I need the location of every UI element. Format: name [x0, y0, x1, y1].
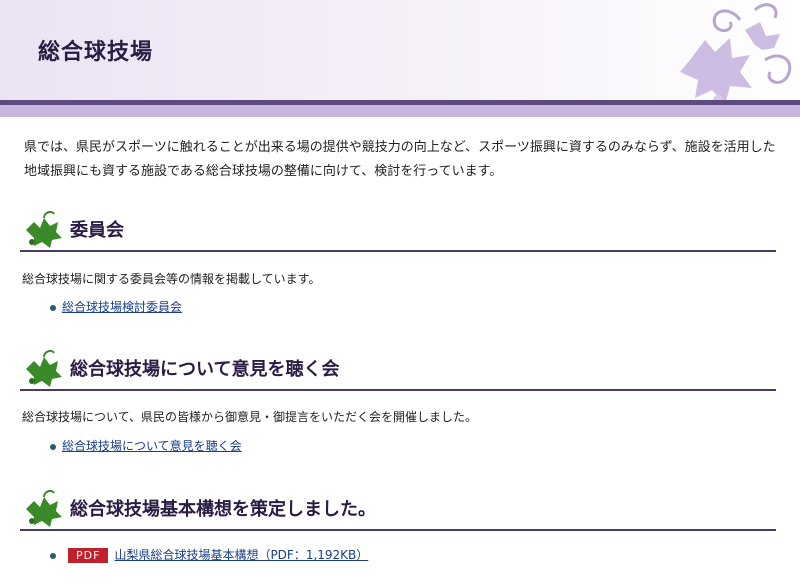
- committee-link[interactable]: 総合球技場検討委員会: [62, 300, 182, 314]
- opinion-meeting-link[interactable]: 総合球技場について意見を聴く会: [62, 439, 242, 453]
- grape-leaf-icon: [26, 210, 62, 248]
- section-heading-basic-plan: 総合球技場基本構想を策定しました。: [20, 487, 776, 531]
- section-title: 委員会: [70, 220, 124, 241]
- intro-text: 県では、県民がスポーツに触れることが出来る場の提供や競技力の向上など、スポーツ振…: [24, 140, 776, 179]
- section-description: 総合球技場に関する委員会等の情報を掲載しています。: [22, 272, 321, 286]
- section-title: 総合球技場について意見を聴く会: [70, 359, 340, 380]
- list-item: PDF 山梨県総合球技場基本構想（PDF：1,192KB）: [50, 546, 368, 563]
- list-item: 総合球技場について意見を聴く会: [50, 437, 242, 454]
- section-heading-committee: 委員会: [20, 208, 776, 252]
- grape-leaf-icon: [26, 489, 62, 527]
- bullet-icon: [50, 443, 56, 450]
- bullet-icon: [50, 304, 56, 311]
- basic-plan-pdf-link[interactable]: 山梨県総合球技場基本構想（PDF：1,192KB）: [114, 548, 368, 562]
- list-item: 総合球技場検討委員会: [50, 298, 182, 315]
- grape-leaf-icon: [26, 349, 62, 387]
- bullet-icon: [50, 552, 56, 559]
- section-title: 総合球技場基本構想を策定しました。: [70, 499, 376, 520]
- page-title: 総合球技場: [38, 40, 154, 65]
- section-heading-opinion-meeting: 総合球技場について意見を聴く会: [20, 347, 776, 391]
- header-divider-light: [0, 105, 800, 117]
- pdf-badge: PDF: [68, 548, 109, 563]
- page-header: 総合球技場: [0, 0, 800, 113]
- section-description: 総合球技場について、県民の皆様から御意見・御提言をいただく会を開催しました。: [22, 410, 478, 424]
